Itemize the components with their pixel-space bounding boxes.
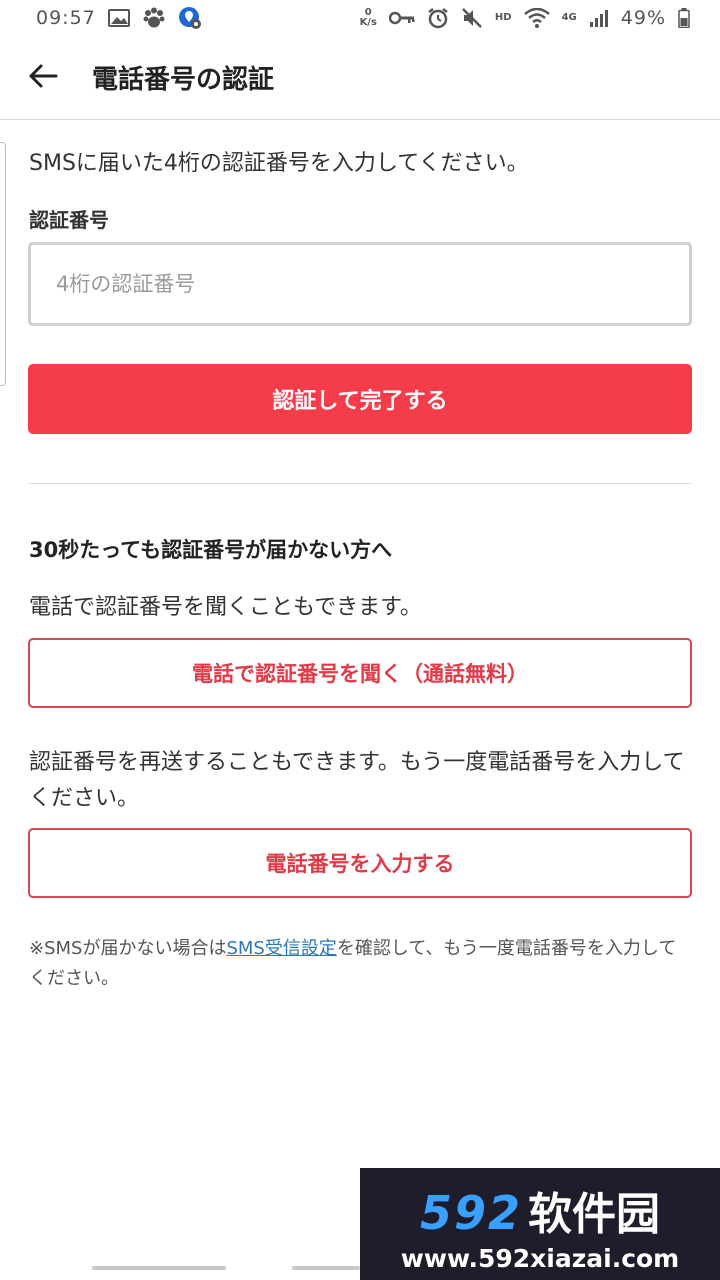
nav-hint-center: [292, 1266, 360, 1270]
site-watermark: 592 软件园 www.592xiazai.com: [360, 1168, 720, 1280]
nav-hint-left: [92, 1266, 226, 1270]
section-divider: [28, 483, 692, 484]
edge-handle: [0, 142, 6, 386]
watermark-url: www.592xiazai.com: [400, 1244, 680, 1273]
watermark-logo: 592 软件园: [360, 1178, 720, 1242]
verify-instruction: SMSに届いた4桁の認証番号を入力してください。: [29, 151, 529, 176]
location-settings-icon: [178, 6, 202, 30]
code-field-label: 認証番号: [29, 208, 109, 232]
net-speed-indicator: 0 K/s: [360, 8, 377, 28]
key-icon: [388, 11, 415, 25]
back-button[interactable]: [0, 36, 86, 120]
watermark-digits: 592: [419, 1186, 523, 1240]
verification-code-input[interactable]: [28, 242, 692, 326]
page-title: 電話番号の認証: [92, 65, 275, 95]
watermark-name: 软件园: [528, 1189, 661, 1240]
app-header: 電話番号の認証: [0, 36, 720, 120]
net-speed-unit: K/s: [359, 17, 377, 28]
mute-icon: [461, 7, 483, 29]
sms-settings-link[interactable]: SMS受信設定: [226, 938, 336, 959]
alarm-icon: [427, 7, 449, 29]
battery-percent: 49%: [620, 7, 666, 29]
status-bar-left: 09:57: [36, 6, 202, 30]
verify-complete-button[interactable]: 認証して完了する: [28, 364, 692, 434]
phone-call-description: 電話で認証番号を聞くこともできます。: [29, 595, 422, 620]
status-bar-right: 0 K/s HD 4G 49%: [360, 7, 690, 29]
request-call-button[interactable]: 電話で認証番号を聞く（通話無料）: [28, 638, 692, 708]
hd-label: HD: [494, 12, 512, 23]
wifi-icon: [523, 8, 550, 28]
image-icon: [107, 9, 130, 27]
not-received-heading: 30秒たっても認証番号が届かない方へ: [29, 538, 393, 562]
sms-footnote: ※SMSが届かない場合はSMS受信設定を確認して、もう一度電話番号を入力してくだ…: [29, 934, 693, 994]
network-type-label: 4G: [561, 12, 577, 23]
baidu-paw-icon: [142, 7, 166, 29]
footnote-prefix: ※SMSが届かない場合は: [29, 938, 227, 959]
arrow-left-icon: [28, 63, 58, 93]
resend-description: 認証番号を再送することもできます。もう一度電話番号を入力してください。: [29, 750, 685, 811]
status-time: 09:57: [36, 7, 96, 29]
status-bar: 09:57 0 K/s HD 4G 49%: [0, 0, 720, 36]
reenter-phone-button[interactable]: 電話番号を入力する: [28, 828, 692, 898]
battery-icon: [678, 8, 690, 28]
signal-icon: [589, 9, 609, 27]
